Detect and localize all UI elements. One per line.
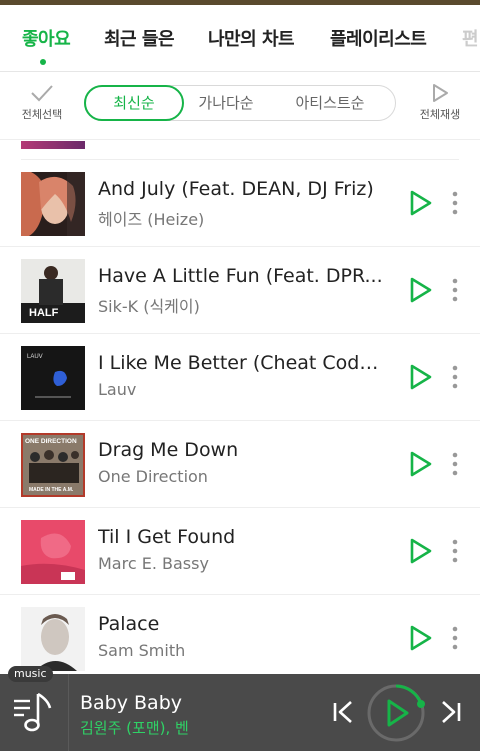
playlist-music-icon	[14, 692, 52, 732]
song-row[interactable]: And July (Feat. DEAN, DJ Friz) 헤이즈 (Heiz…	[0, 160, 480, 247]
tab-bar: 좋아요 최근 들은 나만의 차트 플레이리스트 편	[0, 5, 480, 72]
play-all-label: 전체재생	[419, 108, 461, 121]
song-title: Til I Get Found	[98, 526, 236, 548]
album-art: ONE DIRECTION MADE IN THE A.M.	[21, 433, 85, 497]
album-art-text: LAUV	[27, 354, 43, 360]
play-icon[interactable]	[408, 449, 434, 479]
previous-track-icon[interactable]	[330, 698, 356, 726]
play-icon[interactable]	[408, 623, 434, 653]
song-artist: Sam Smith	[98, 641, 186, 660]
play-icon[interactable]	[408, 188, 434, 218]
song-list: And July (Feat. DEAN, DJ Friz) 헤이즈 (Heiz…	[0, 141, 480, 674]
mini-player[interactable]: Baby Baby 김원주 (포맨), 벤	[0, 674, 480, 751]
playlist-button[interactable]	[0, 674, 68, 751]
song-title: I Like Me Better (Cheat Code...	[98, 352, 386, 374]
active-tab-indicator	[40, 59, 46, 65]
song-row[interactable]: ONE DIRECTION MADE IN THE A.M. Drag Me D…	[0, 421, 480, 508]
play-icon[interactable]	[408, 536, 434, 566]
song-title: Have A Little Fun (Feat. DPR...	[98, 265, 383, 287]
more-options-icon[interactable]	[446, 534, 464, 568]
album-art-text: ONE DIRECTION	[25, 438, 77, 445]
sort-latest[interactable]: 최신순	[84, 85, 184, 121]
tab-partial[interactable]: 편	[462, 25, 479, 51]
more-options-icon[interactable]	[446, 447, 464, 481]
now-playing-artist: 김원주 (포맨), 벤	[80, 719, 189, 737]
partial-album-art	[21, 141, 85, 149]
sort-alphabetical[interactable]: 가나다순	[185, 86, 267, 120]
divider	[68, 674, 69, 751]
more-options-icon[interactable]	[446, 273, 464, 307]
tab-playlist[interactable]: 플레이리스트	[330, 25, 427, 51]
more-options-icon[interactable]	[446, 360, 464, 394]
sort-artist[interactable]: 아티스트순	[275, 86, 385, 120]
select-all-button[interactable]: 전체선택	[14, 82, 70, 122]
album-art: LAUV	[21, 346, 85, 410]
song-artist: Sik-K (식케이)	[98, 297, 200, 316]
play-pause-button[interactable]	[366, 683, 426, 743]
tab-recent[interactable]: 최근 들은	[104, 25, 175, 51]
more-options-icon[interactable]	[446, 621, 464, 655]
tab-my-chart[interactable]: 나만의 차트	[208, 25, 295, 51]
play-icon[interactable]	[408, 275, 434, 305]
song-artist: One Direction	[98, 467, 208, 486]
more-options-icon[interactable]	[446, 186, 464, 220]
check-icon	[31, 85, 53, 102]
play-icon[interactable]	[408, 362, 434, 392]
album-art: HALF	[21, 259, 85, 323]
song-title: Drag Me Down	[98, 439, 239, 461]
album-art-text: MADE IN THE A.M.	[29, 487, 74, 493]
album-art	[21, 520, 85, 584]
song-artist: Lauv	[98, 380, 137, 399]
filter-bar: 전체선택 최신순 가나다순 아티스트순 전체재생	[0, 72, 480, 140]
play-outline-icon	[433, 84, 448, 102]
music-tag-badge: music	[8, 666, 53, 682]
sort-segmented-control: 최신순 가나다순 아티스트순	[84, 85, 396, 121]
next-track-icon[interactable]	[438, 698, 464, 726]
select-all-label: 전체선택	[21, 108, 63, 121]
album-art	[21, 172, 85, 236]
song-artist: Marc E. Bassy	[98, 554, 209, 573]
song-row[interactable]: LAUV I Like Me Better (Cheat Code... Lau…	[0, 334, 480, 421]
song-row[interactable]: Til I Get Found Marc E. Bassy	[0, 508, 480, 595]
play-all-button[interactable]: 전체재생	[412, 82, 468, 122]
song-title: Palace	[98, 613, 160, 635]
album-art-text: HALF	[29, 307, 59, 319]
song-title: And July (Feat. DEAN, DJ Friz)	[98, 178, 374, 200]
album-art	[21, 607, 85, 671]
tab-likes[interactable]: 좋아요	[22, 25, 71, 51]
song-artist: 헤이즈 (Heize)	[98, 210, 205, 229]
song-row[interactable]: HALF Have A Little Fun (Feat. DPR... Sik…	[0, 247, 480, 334]
now-playing-title: Baby Baby	[80, 692, 183, 714]
song-row[interactable]: Palace Sam Smith	[0, 595, 480, 674]
